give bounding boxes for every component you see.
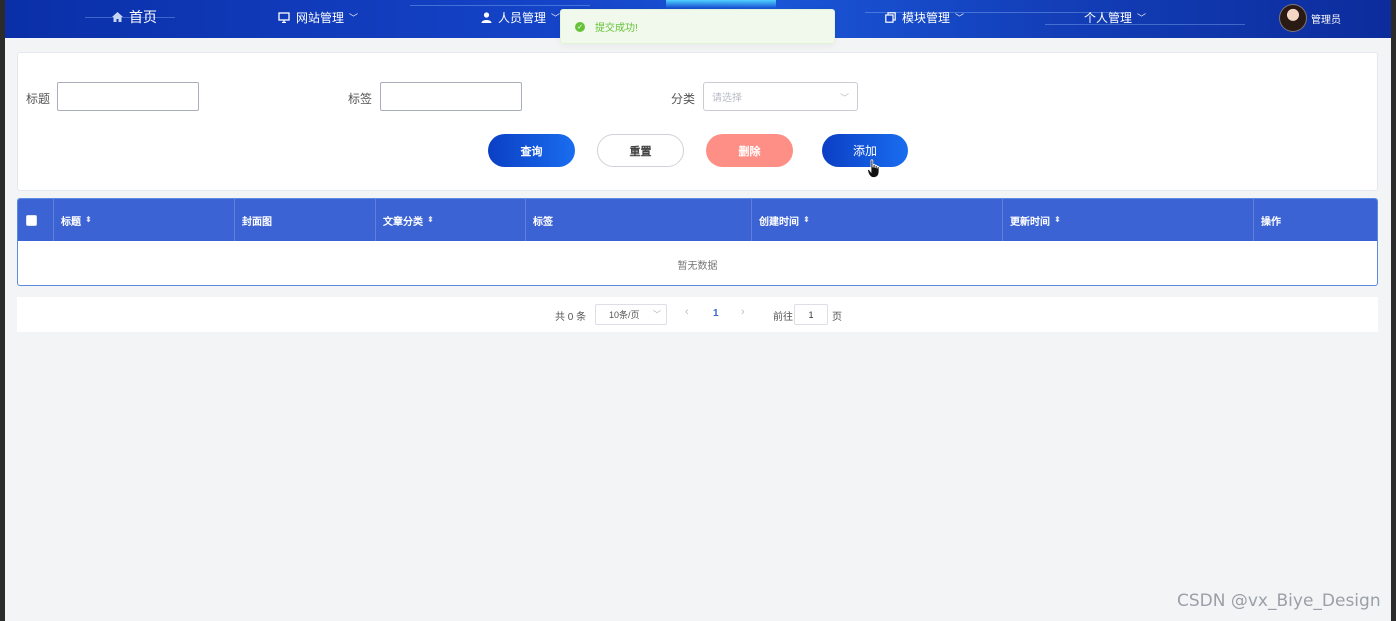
- nav-staff-mgmt[interactable]: 人员管理 ﹀: [481, 0, 560, 34]
- monitor-icon: [278, 11, 290, 23]
- nav-staff-mgmt-label: 人员管理: [498, 10, 547, 25]
- success-toast: ✓ 提交成功!: [560, 9, 835, 44]
- copy-icon: [885, 11, 896, 23]
- next-page-icon[interactable]: ›: [741, 306, 745, 318]
- title-label: 标题: [26, 92, 51, 106]
- empty-text: 暂无数据: [677, 261, 718, 272]
- hand-cursor-icon: [867, 159, 881, 182]
- category-label: 分类: [671, 92, 696, 106]
- sort-icon: ⬍: [803, 215, 810, 224]
- col-actions-label: 操作: [1261, 216, 1281, 228]
- sort-icon: ⬍: [427, 215, 434, 224]
- col-created-label: 创建时间: [759, 216, 799, 228]
- home-icon: [112, 12, 123, 22]
- col-category[interactable]: 文章分类 ⬍: [376, 199, 526, 241]
- col-actions: 操作: [1254, 199, 1377, 241]
- category-select[interactable]: 请选择 ﹀: [703, 82, 858, 111]
- col-updated[interactable]: 更新时间 ⬍: [1003, 199, 1254, 241]
- page-suffix: 页: [832, 312, 842, 323]
- nav-personal-mgmt[interactable]: 个人管理 ﹀: [1084, 0, 1146, 34]
- user-icon: [481, 11, 492, 23]
- page-size-select[interactable]: 10条/页 ﹀: [595, 304, 667, 325]
- nav-personal-mgmt-label: 个人管理: [1084, 10, 1133, 25]
- nav-home-label: 首页: [129, 9, 157, 25]
- col-title[interactable]: 标题 ⬍: [54, 199, 235, 241]
- title-input[interactable]: [57, 82, 199, 111]
- tag-input[interactable]: [380, 82, 522, 111]
- chevron-down-icon: ﹀: [349, 12, 359, 23]
- right-edge: [1391, 0, 1396, 621]
- goto-label: 前往: [773, 312, 793, 323]
- col-title-label: 标题: [61, 216, 81, 228]
- admin-name: 管理员: [1311, 15, 1341, 26]
- select-all-checkbox[interactable]: [26, 214, 37, 226]
- sort-icon: ⬍: [85, 215, 92, 224]
- nav-module-mgmt[interactable]: 模块管理 ﹀: [885, 0, 964, 34]
- reset-button[interactable]: 重置: [597, 134, 684, 167]
- prev-page-icon[interactable]: ‹: [685, 306, 689, 318]
- nav-module-mgmt-label: 模块管理: [902, 10, 951, 25]
- check-circle-icon: ✓: [575, 21, 585, 32]
- goto-page-input[interactable]: 1: [794, 304, 828, 325]
- query-button[interactable]: 查询: [488, 134, 575, 167]
- col-cover-label: 封面图: [242, 216, 272, 228]
- chevron-down-icon: ﹀: [955, 12, 965, 23]
- page-number[interactable]: 1: [713, 308, 719, 319]
- total-count: 共 0 条: [555, 312, 587, 323]
- col-tag: 标签: [526, 199, 752, 241]
- sort-icon: ⬍: [1054, 215, 1061, 224]
- nav-active-glow: [666, 0, 776, 8]
- toast-message: 提交成功!: [595, 23, 638, 34]
- select-all-cell: [18, 199, 54, 241]
- add-button[interactable]: 添加: [822, 134, 908, 167]
- col-updated-label: 更新时间: [1010, 216, 1050, 228]
- col-cover: 封面图: [235, 199, 376, 241]
- col-tag-label: 标签: [533, 216, 553, 228]
- chevron-down-icon: ﹀: [551, 12, 561, 23]
- left-edge: [0, 0, 5, 621]
- chevron-down-icon: ﹀: [1137, 12, 1147, 23]
- avatar[interactable]: [1279, 4, 1307, 32]
- tag-label: 标签: [348, 92, 373, 106]
- search-panel: 标题 标签 分类 请选择 ﹀ 查询 重置 删除 添加: [17, 52, 1378, 191]
- page-size-value: 10条/页: [609, 310, 640, 320]
- col-category-label: 文章分类: [383, 216, 423, 228]
- nav-site-mgmt-label: 网站管理: [296, 10, 345, 25]
- category-placeholder: 请选择: [712, 93, 742, 104]
- watermark: CSDN @vx_Biye_Design: [1177, 591, 1381, 611]
- chevron-down-icon: ﹀: [653, 310, 661, 319]
- article-table: 标题 ⬍ 封面图 文章分类 ⬍ 标签 创建时间 ⬍ 更新时间 ⬍ 操作 暂无数据: [17, 198, 1378, 286]
- table-header: 标题 ⬍ 封面图 文章分类 ⬍ 标签 创建时间 ⬍ 更新时间 ⬍ 操作: [18, 199, 1377, 241]
- chevron-down-icon: ﹀: [839, 93, 849, 103]
- nav-site-mgmt[interactable]: 网站管理 ﹀: [278, 0, 358, 34]
- delete-button[interactable]: 删除: [706, 134, 793, 167]
- pagination: 共 0 条 10条/页 ﹀ ‹ 1 › 前往 1 页: [17, 297, 1378, 332]
- nav-home[interactable]: 首页: [112, 0, 157, 34]
- col-created[interactable]: 创建时间 ⬍: [752, 199, 1003, 241]
